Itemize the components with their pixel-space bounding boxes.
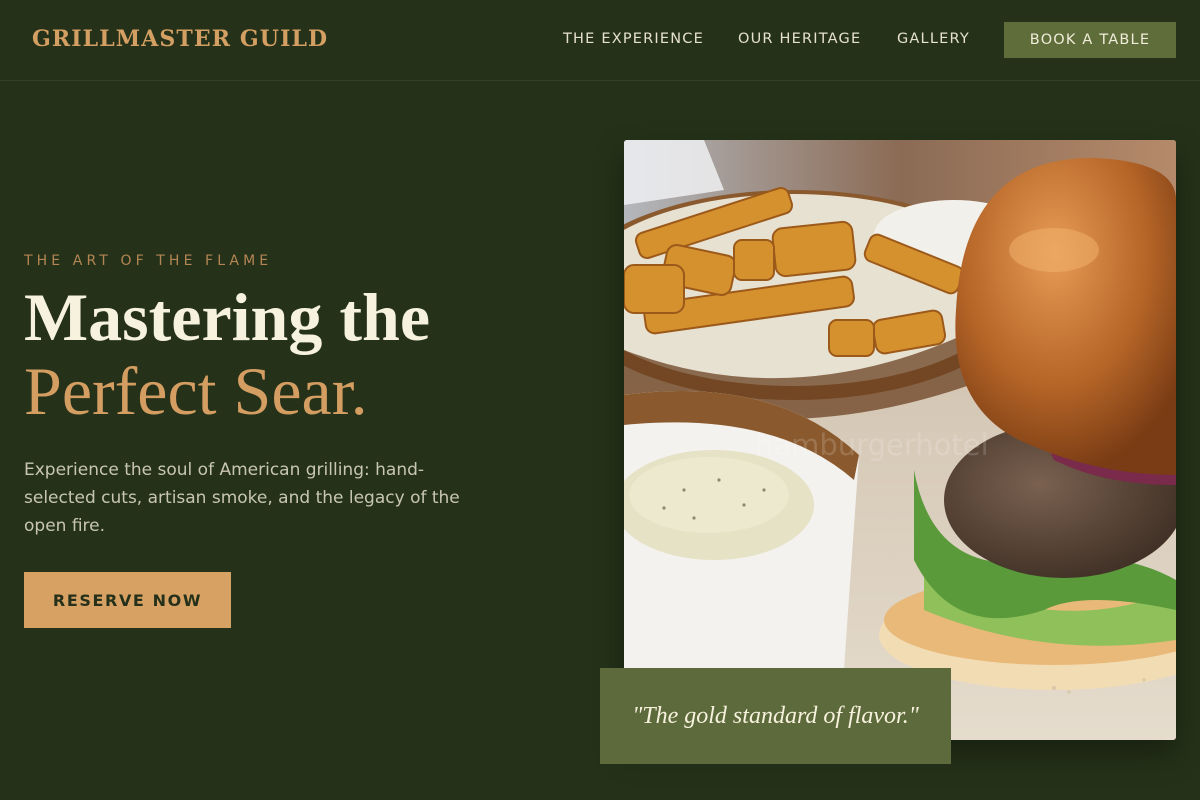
top-navigation: GRILLMASTER GUILD THE EXPERIENCE OUR HER… <box>0 0 1200 81</box>
photo-watermark: hamburgerhotel <box>755 428 989 462</box>
nav-link-experience[interactable]: THE EXPERIENCE <box>563 31 704 47</box>
hero-kicker: THE ART OF THE FLAME <box>24 253 273 269</box>
hero-headline-line1: Mastering the <box>24 279 431 355</box>
quote-box: "The gold standard of flavor." <box>600 668 951 764</box>
nav-link-gallery[interactable]: GALLERY <box>897 31 970 47</box>
nav-link-heritage[interactable]: OUR HERITAGE <box>738 31 861 47</box>
hero-headline-line2: Perfect Sear. <box>24 353 368 429</box>
hero-description: Experience the soul of American grilling… <box>24 460 460 536</box>
reserve-now-button[interactable]: RESERVE NOW <box>24 572 231 628</box>
quote-text: "The gold standard of flavor." <box>632 702 919 729</box>
brand-logo[interactable]: GRILLMASTER GUILD <box>32 26 328 52</box>
book-table-button[interactable]: BOOK A TABLE <box>1004 22 1176 58</box>
